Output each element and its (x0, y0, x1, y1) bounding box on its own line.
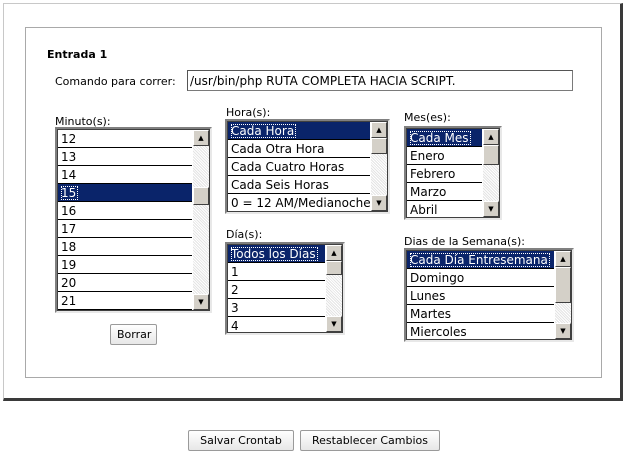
hora-option-label: 0 = 12 AM/Medianoche (231, 196, 370, 210)
hora-listbox[interactable]: Cada Hora Cada Otra Hora Cada Cuatro Horas… (225, 119, 390, 214)
dia-listbox[interactable]: Todos los Días 1 2 3 4 ▲ ▼ (225, 242, 345, 335)
minuto-listbox[interactable]: 12 13 14 15 16 17 18 19 20 21 ▲ ▼ (55, 127, 212, 313)
semana-option[interactable]: Martes (407, 305, 554, 323)
minuto-option[interactable]: 12 (58, 130, 192, 148)
scroll-down-arrow-icon[interactable]: ▼ (483, 201, 499, 217)
scroll-up-arrow-icon[interactable]: ▲ (326, 245, 342, 261)
semana-option[interactable]: Miercoles (407, 323, 554, 339)
hora-option-label: Cada Otra Hora (231, 142, 325, 156)
minuto-option-label: 18 (61, 240, 77, 254)
minuto-option-label: 12 (61, 132, 77, 146)
hora-option-label: Cada Seis Horas (231, 178, 329, 192)
semana-scrollbar[interactable]: ▲ ▼ (555, 251, 571, 339)
minuto-option[interactable]: 14 (58, 166, 192, 184)
dia-option[interactable]: Todos los Días (228, 245, 325, 263)
entry-title: Entrada 1 (47, 48, 108, 61)
borrar-button[interactable]: Borrar (110, 324, 157, 345)
minuto-option-label: 13 (61, 150, 77, 164)
scroll-down-arrow-icon[interactable]: ▼ (326, 316, 342, 332)
hora-option-label: Cada Cuatro Horas (231, 160, 345, 174)
hora-option[interactable]: Cada Cuatro Horas (228, 158, 370, 176)
hora-scrollbar[interactable]: ▲ ▼ (371, 122, 387, 211)
dia-option-label: 3 (231, 301, 239, 315)
hora-option[interactable]: Cada Hora (228, 122, 370, 140)
mes-option[interactable]: Cada Mes (407, 129, 482, 147)
minuto-option[interactable]: 21 (58, 292, 192, 310)
scrollbar-thumb[interactable] (326, 261, 342, 275)
scroll-up-arrow-icon[interactable]: ▲ (555, 251, 571, 267)
minuto-option-label: 21 (61, 294, 77, 308)
minuto-option[interactable]: 17 (58, 220, 192, 238)
minuto-scrollbar[interactable]: ▲ ▼ (193, 130, 209, 310)
semana-option-label: Cada Día Entresemana (410, 253, 550, 267)
hora-option[interactable]: 0 = 12 AM/Medianoche (228, 194, 370, 211)
mes-option-label: Febrero (410, 167, 456, 181)
minuto-option[interactable]: 18 (58, 238, 192, 256)
scroll-up-arrow-icon[interactable]: ▲ (371, 122, 387, 138)
hora-option-label: Cada Hora (231, 124, 297, 138)
dia-option-label: 4 (231, 319, 239, 332)
mes-option-label: Enero (410, 149, 445, 163)
mes-option-label: Marzo (410, 185, 447, 199)
minuto-option[interactable]: 16 (58, 202, 192, 220)
dia-option[interactable]: 1 (228, 263, 325, 281)
hora-option[interactable]: Cada Seis Horas (228, 176, 370, 194)
mes-option[interactable]: Marzo (407, 183, 482, 201)
scroll-up-arrow-icon[interactable]: ▲ (193, 130, 209, 146)
command-input[interactable] (187, 70, 573, 91)
hora-label: Hora(s): (226, 106, 271, 119)
command-label: Comando para correr: (55, 75, 176, 88)
dia-option[interactable]: 3 (228, 299, 325, 317)
scrollbar-thumb[interactable] (555, 267, 571, 303)
minuto-option[interactable]: 19 (58, 256, 192, 274)
dia-scrollbar[interactable]: ▲ ▼ (326, 245, 342, 332)
minuto-option[interactable]: 15 (58, 184, 192, 202)
scrollbar-thumb[interactable] (193, 187, 209, 205)
semana-option-label: Martes (410, 307, 451, 321)
mes-option-label: Abril (410, 203, 438, 217)
scroll-down-arrow-icon[interactable]: ▼ (555, 323, 571, 339)
hora-option[interactable]: Cada Otra Hora (228, 140, 370, 158)
semana-listbox[interactable]: Cada Día Entresemana Domingo Lunes Martes Mi… (404, 248, 574, 342)
minuto-option[interactable]: 13 (58, 148, 192, 166)
salvar-crontab-button[interactable]: Salvar Crontab (188, 430, 294, 451)
restablecer-cambios-button[interactable]: Restablecer Cambios (300, 430, 440, 451)
mes-label: Mes(es): (404, 111, 451, 124)
dia-label: Día(s): (226, 228, 263, 241)
dia-option[interactable]: 4 (228, 317, 325, 332)
minuto-option-label: 19 (61, 258, 77, 272)
minuto-option[interactable]: 20 (58, 274, 192, 292)
scrollbar-thumb[interactable] (371, 138, 387, 154)
minuto-option-label: 17 (61, 222, 77, 236)
semana-option-label: Miercoles (410, 325, 467, 339)
semana-option-label: Domingo (410, 271, 465, 285)
semana-option-label: Lunes (410, 289, 446, 303)
mes-listbox[interactable]: Cada Mes Enero Febrero Marzo Abril ▲ ▼ (404, 126, 502, 220)
scroll-down-arrow-icon[interactable]: ▼ (193, 294, 209, 310)
scrollbar-thumb[interactable] (483, 145, 499, 165)
dia-option-label: Todos los Días (231, 247, 318, 261)
dia-option-label: 2 (231, 283, 239, 297)
mes-scrollbar[interactable]: ▲ ▼ (483, 129, 499, 217)
minuto-option-label: 16 (61, 204, 77, 218)
semana-label: Dias de la Semana(s): (404, 235, 525, 248)
semana-option[interactable]: Domingo (407, 269, 554, 287)
minuto-option-label: 20 (61, 276, 77, 290)
semana-option[interactable]: Lunes (407, 287, 554, 305)
mes-option[interactable]: Abril (407, 201, 482, 217)
minuto-option-label: 15 (61, 186, 79, 200)
dia-option[interactable]: 2 (228, 281, 325, 299)
minuto-option-label: 14 (61, 168, 77, 182)
semana-option[interactable]: Cada Día Entresemana (407, 251, 554, 269)
mes-option-label: Cada Mes (410, 131, 471, 145)
mes-option[interactable]: Enero (407, 147, 482, 165)
scroll-up-arrow-icon[interactable]: ▲ (483, 129, 499, 145)
dia-option-label: 1 (231, 265, 239, 279)
mes-option[interactable]: Febrero (407, 165, 482, 183)
scroll-down-arrow-icon[interactable]: ▼ (371, 195, 387, 211)
